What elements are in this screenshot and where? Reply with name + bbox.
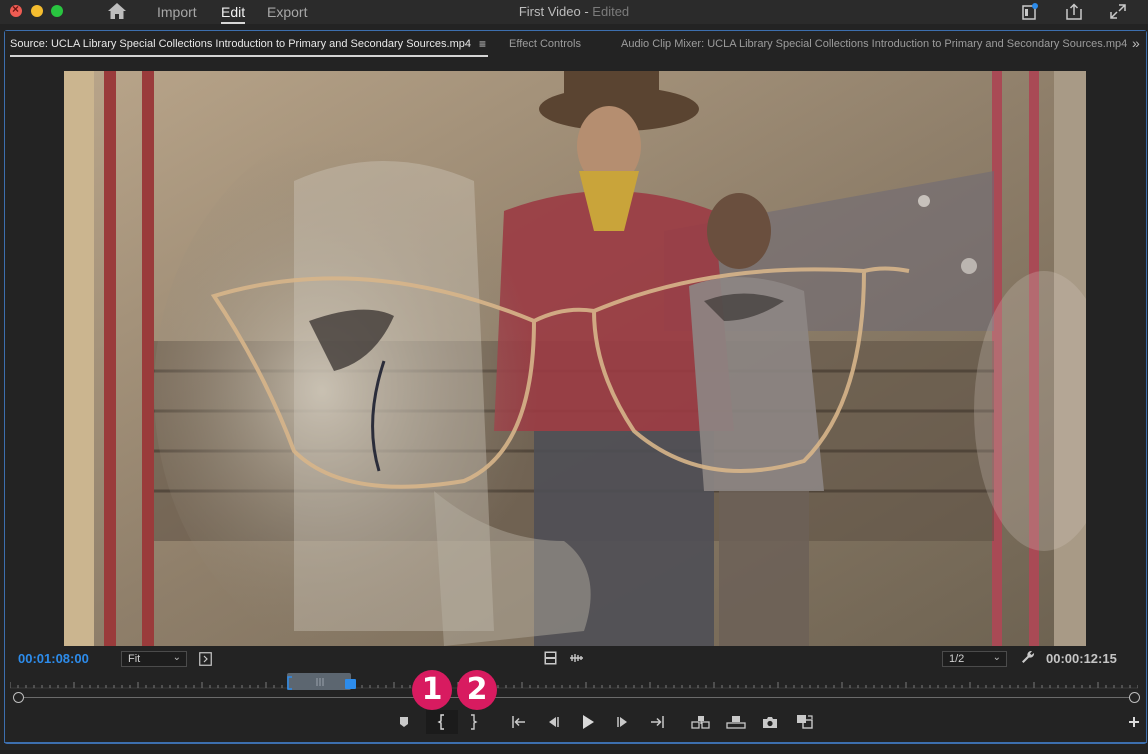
window-title: First Video - Edited xyxy=(0,4,1148,19)
chevron-down-icon: ⌄ xyxy=(992,652,1001,663)
step-back-icon xyxy=(549,717,559,727)
wrench-icon[interactable] xyxy=(1021,650,1036,665)
go-to-out-button[interactable] xyxy=(644,710,670,734)
marker-icon xyxy=(400,717,408,727)
insert-edit-icon[interactable] xyxy=(199,652,212,666)
notification-icon[interactable] xyxy=(1021,3,1039,20)
in-point-marker[interactable] xyxy=(286,676,294,690)
title-separator: - xyxy=(580,4,593,19)
insert-icon xyxy=(691,716,710,729)
toggle-proxies-button[interactable] xyxy=(792,710,818,734)
camera-icon xyxy=(763,717,777,728)
zoom-scroll-start-handle[interactable] xyxy=(13,692,24,703)
project-name: First Video xyxy=(518,4,581,19)
plus-icon xyxy=(1129,717,1139,727)
step-back-button[interactable] xyxy=(540,710,566,734)
tab-source[interactable]: Source: UCLA Library Special Collections… xyxy=(10,38,471,50)
panel-bottom-border xyxy=(4,742,1147,743)
callout-badge-1: 1 xyxy=(412,670,452,710)
drag-video-only-icon[interactable] xyxy=(544,651,557,665)
title-bar: Import Edit Export First Video - Edited xyxy=(0,0,1148,24)
mark-out-button[interactable] xyxy=(460,710,486,734)
video-preview xyxy=(64,71,1086,646)
step-forward-icon xyxy=(617,717,627,727)
tab-overflow-icon[interactable]: » xyxy=(1132,35,1140,51)
step-forward-button[interactable] xyxy=(610,710,636,734)
zoom-grip-icon xyxy=(316,678,324,686)
transport-controls xyxy=(0,710,1148,736)
zoom-level-value: Fit xyxy=(128,653,141,665)
play-button[interactable] xyxy=(575,710,601,734)
video-frame-image xyxy=(64,71,1086,646)
tab-effect-controls[interactable]: Effect Controls xyxy=(509,38,581,50)
duration-timecode: 00:00:12:15 xyxy=(1046,651,1117,666)
playhead-timecode[interactable]: 00:01:08:00 xyxy=(18,651,89,666)
callout-badge-2: 2 xyxy=(457,670,497,710)
drag-audio-only-icon[interactable] xyxy=(569,653,584,663)
fullscreen-icon[interactable] xyxy=(1109,3,1127,20)
panel-tabs: Source: UCLA Library Special Collections… xyxy=(5,31,1146,59)
overwrite-button[interactable] xyxy=(723,710,749,734)
playhead-marker[interactable] xyxy=(345,679,356,689)
go-to-in-button[interactable] xyxy=(506,710,532,734)
go-to-in-icon xyxy=(512,716,525,728)
active-tab-indicator xyxy=(10,55,488,57)
add-marker-button[interactable] xyxy=(391,710,417,734)
toggle-proxies-icon xyxy=(797,715,813,729)
button-editor-button[interactable] xyxy=(1121,710,1147,734)
zoom-scroll-track[interactable] xyxy=(18,697,1134,698)
chevron-down-icon: ⌄ xyxy=(172,652,181,663)
mark-in-icon xyxy=(437,714,444,730)
mark-out-icon xyxy=(471,714,478,730)
zoom-level-select[interactable]: Fit ⌄ xyxy=(121,651,187,667)
insert-button[interactable] xyxy=(688,710,714,734)
play-icon xyxy=(583,715,594,729)
share-icon[interactable] xyxy=(1065,3,1083,20)
panel-menu-icon[interactable]: ≡ xyxy=(479,37,486,51)
overwrite-icon xyxy=(726,716,746,729)
zoom-scroll-end-handle[interactable] xyxy=(1129,692,1140,703)
time-ruler[interactable] xyxy=(10,680,1138,694)
go-to-out-icon xyxy=(651,716,664,728)
playback-resolution-select[interactable]: 1/2 ⌄ xyxy=(942,651,1007,667)
export-frame-button[interactable] xyxy=(757,710,783,734)
mark-in-button[interactable] xyxy=(426,710,458,734)
edit-status: Edited xyxy=(592,4,630,19)
tab-audio-clip-mixer[interactable]: Audio Clip Mixer: UCLA Library Special C… xyxy=(621,38,1127,50)
playback-resolution-value: 1/2 xyxy=(949,653,965,665)
